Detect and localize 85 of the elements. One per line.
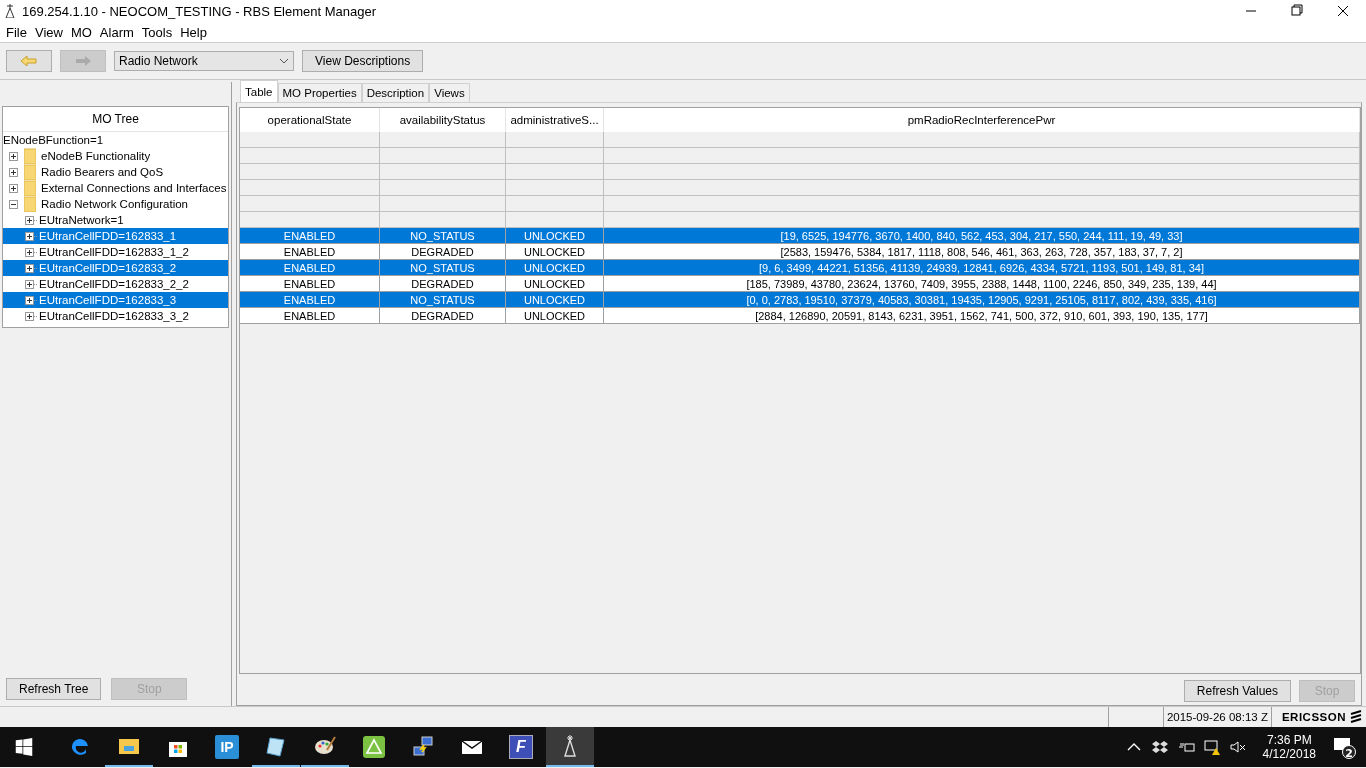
- f-app-icon[interactable]: F: [509, 735, 533, 759]
- tree-item[interactable]: EUtranCellFDD=162833_2_2: [3, 276, 228, 292]
- tower-icon: [4, 4, 16, 18]
- expand-icon[interactable]: [25, 263, 34, 273]
- tree-item[interactable]: Radio Bearers and QoS: [3, 164, 228, 180]
- folder-icon: [24, 164, 36, 180]
- tree-item[interactable]: EUtranCellFDD=162833_2: [3, 260, 228, 276]
- windows-start-icon[interactable]: [15, 738, 33, 756]
- refresh-tree-button[interactable]: Refresh Tree: [6, 678, 102, 700]
- network-computers-icon[interactable]: [411, 735, 435, 759]
- table-cell: ENABLED: [240, 308, 380, 324]
- tree-item[interactable]: EUtranCellFDD=162833_3: [3, 292, 228, 308]
- expand-icon[interactable]: [25, 295, 34, 305]
- tree-item-label: EUtranCellFDD=162833_3_2: [38, 310, 190, 322]
- clock-date[interactable]: 4/12/2018: [1262, 747, 1316, 761]
- tree-item[interactable]: EUtranCellFDD=162833_1_2: [3, 244, 228, 260]
- tab[interactable]: Table: [240, 80, 278, 102]
- network-warning-icon[interactable]: [1202, 738, 1221, 756]
- dropbox-icon[interactable]: [1150, 738, 1169, 756]
- refresh-values-button[interactable]: Refresh Values: [1183, 680, 1291, 702]
- column-header[interactable]: administrativeS...: [506, 108, 604, 132]
- column-header[interactable]: availabilityStatus: [380, 108, 506, 132]
- taskbar-button[interactable]: IP: [203, 727, 251, 767]
- tree-item-label: EUtranCellFDD=162833_1_2: [38, 246, 190, 258]
- tab[interactable]: Views: [429, 83, 470, 102]
- tree-item-label: EUtranCellFDD=162833_3: [38, 294, 178, 306]
- tree-item-label: Radio Bearers and QoS: [40, 166, 165, 178]
- ip-app-icon[interactable]: IP: [215, 735, 239, 759]
- column-header[interactable]: pmRadioRecInterferencePwr: [604, 108, 1360, 132]
- tree-item-label: External Connections and Interfaces: [40, 182, 228, 194]
- expand-icon[interactable]: [9, 167, 18, 177]
- tree-item-label: eNodeB Functionality: [40, 150, 152, 162]
- expand-icon[interactable]: [9, 151, 18, 161]
- tree-item[interactable]: External Connections and Interfaces: [3, 180, 228, 196]
- menu-item[interactable]: File: [2, 24, 31, 40]
- triangle-app-icon[interactable]: [362, 735, 386, 759]
- tab[interactable]: Description: [361, 83, 430, 102]
- expand-icon[interactable]: [9, 183, 18, 193]
- clock-time[interactable]: 7:36 PM: [1266, 733, 1312, 747]
- view-descriptions-button[interactable]: View Descriptions: [302, 50, 424, 72]
- folder-icon: [24, 148, 36, 164]
- volume-muted-icon[interactable]: [1228, 738, 1247, 756]
- table-row[interactable]: ENABLED NO_STATUS UNLOCKED [0, 0, 2783, 19510, 37379, 40583, 30381, 19435, 12905, 9291, 25105, 8117, 802, 439, 335, 416]: [240, 292, 1360, 308]
- table-row[interactable]: ENABLED NO_STATUS UNLOCKED [9, 6, 3499, 44221, 51356, 41139, 24939, 12841, 6926, 4334, 5721, 1193, 501, 149, 81, 34]: [240, 260, 1360, 276]
- table-row[interactable]: ENABLED DEGRADED UNLOCKED [185, 73989, 43780, 23624, 13760, 7409, 3955, 2388, 1448, 1100, 2246, 850, 349, 235, 139, 44]: [240, 276, 1360, 292]
- arrow-left-icon: [20, 55, 38, 67]
- network-dropdown[interactable]: Radio Network: [114, 51, 294, 71]
- taskbar-button[interactable]: [546, 727, 594, 767]
- tree-item[interactable]: EUtraNetwork=1: [3, 212, 228, 228]
- expand-icon[interactable]: [25, 311, 34, 321]
- tree-item[interactable]: eNodeB Functionality: [3, 148, 228, 164]
- expand-icon[interactable]: [25, 247, 34, 257]
- menu-item[interactable]: MO: [66, 24, 96, 40]
- window-title: 169.254.1.10 - NEOCOM_TESTING - RBS Element Manager: [22, 3, 377, 19]
- folder-icon: [24, 180, 36, 196]
- tree-item-label: Radio Network Configuration: [40, 198, 190, 210]
- tree-item-label: EUtranCellFDD=162833_2: [38, 262, 178, 274]
- arrow-right-icon: [74, 55, 92, 67]
- expand-icon[interactable]: [25, 231, 34, 241]
- table-cell: DEGRADED: [380, 308, 506, 324]
- menu-item[interactable]: View: [30, 24, 67, 40]
- table-cell: [2884, 126890, 20591, 8143, 6231, 3951, 1562, 741, 500, 372, 910, 601, 393, 190, 135, 177]: [604, 308, 1360, 324]
- column-header[interactable]: operationalState: [240, 108, 380, 132]
- table-cell: UNLOCKED: [506, 308, 604, 324]
- folder-icon: [24, 196, 36, 212]
- tree-item-label: EUtranCellFDD=162833_2_2: [38, 278, 190, 290]
- menu-item[interactable]: Tools: [137, 24, 177, 40]
- expand-icon[interactable]: [25, 215, 34, 225]
- tree-item[interactable]: EUtranCellFDD=162833_3_2: [3, 308, 228, 324]
- tree-item[interactable]: EUtranCellFDD=162833_1: [3, 228, 228, 244]
- collapse-icon[interactable]: [9, 199, 18, 209]
- tree-item-label: EUtranCellFDD=162833_1: [38, 230, 178, 242]
- expand-icon[interactable]: [25, 279, 34, 289]
- table-row[interactable]: ENABLED NO_STATUS UNLOCKED [19, 6525, 194776, 3670, 1400, 840, 562, 453, 304, 217, 550, 244, 111, 19, 49, 33]: [240, 228, 1360, 244]
- menu-item[interactable]: Alarm: [95, 24, 138, 40]
- table-row[interactable]: ENABLED DEGRADED UNLOCKED [2583, 159476, 5384, 1817, 1118, 808, 546, 461, 363, 263, 728, 357, 183, 37, 7, 2]: [240, 244, 1360, 260]
- notepad-icon[interactable]: [264, 734, 288, 758]
- tree-root[interactable]: ENodeBFunction=1: [3, 132, 228, 148]
- table-row[interactable]: ENABLED DEGRADED UNLOCKED [2884, 126890, 20591, 8143, 6231, 3951, 1562, 741, 500, 372, 910, 601, 393, 190, 135, 177]: [240, 308, 1360, 324]
- menu-item[interactable]: Help: [176, 24, 211, 40]
- tree-item-label: EUtraNetwork=1: [38, 214, 125, 226]
- tab[interactable]: MO Properties: [277, 83, 362, 102]
- chevron-down-icon: [279, 58, 289, 64]
- taskbar-button[interactable]: F: [497, 727, 545, 767]
- tree-item[interactable]: Radio Network Configuration: [3, 196, 228, 212]
